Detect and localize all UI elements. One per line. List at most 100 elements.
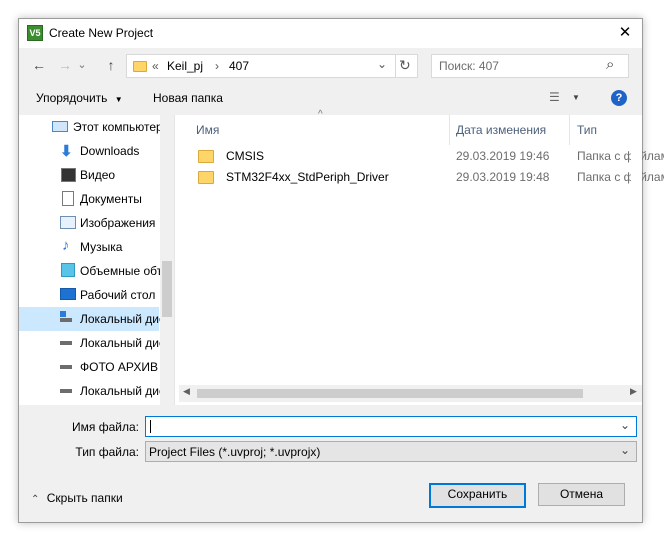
sidebar-item-label: Музыка (80, 240, 123, 254)
sidebar-item-local-disk[interactable]: Локальный диск (19, 379, 170, 403)
filetype-dropdown-icon[interactable]: ⌄ (620, 443, 630, 457)
sidebar-item-label: ФОТО АРХИВ (80, 360, 159, 374)
hide-folders-button[interactable]: ⌃ Скрыть папки (31, 491, 123, 505)
folder-icon (133, 61, 147, 72)
table-row[interactable]: CMSIS 29.03.2019 19:46 Папка с файлами (189, 145, 664, 167)
scroll-right-icon[interactable]: ▶ (630, 386, 637, 397)
computer-icon (52, 121, 68, 132)
pictures-icon (60, 216, 76, 229)
breadcrumb-item[interactable]: Keil_pj (167, 59, 203, 73)
close-button[interactable]: ✕ (610, 21, 640, 45)
column-divider[interactable] (569, 115, 570, 145)
sort-arrow-icon: ^ (318, 109, 323, 120)
sidebar-item-local-disk-c[interactable]: Локальный диск (19, 307, 170, 331)
address-dropdown-icon[interactable]: ⌄ (377, 57, 387, 71)
search-box[interactable]: Поиск: 407 ⌕ (431, 54, 629, 78)
view-options-icon[interactable]: ☰ (549, 90, 560, 104)
organize-label: Упорядочить (36, 91, 108, 105)
browser-pane: Этот компьютер ⬇ Downloads Видео Докумен… (19, 109, 664, 405)
download-icon: ⬇ (60, 143, 73, 160)
command-bar: Упорядочить ▼ Новая папка ☰ ▼ ? (19, 82, 642, 115)
sidebar-item-label: Downloads (80, 144, 140, 158)
type-column-clip (631, 115, 642, 385)
sidebar-item-video[interactable]: Видео (19, 163, 159, 187)
sidebar-item-desktop[interactable]: Рабочий стол (19, 283, 159, 307)
filename-label: Имя файла: (72, 420, 139, 434)
windows-logo-icon (60, 311, 66, 317)
create-project-dialog: V5 Create New Project ✕ ← → ⌄ ↑ « Keil_p… (18, 18, 664, 523)
search-input[interactable]: Поиск: 407 (439, 59, 499, 73)
back-arrow-icon[interactable]: ← (29, 55, 49, 75)
file-name: CMSIS (226, 149, 265, 163)
sidebar-item-label: Видео (80, 168, 116, 182)
filetype-value: Project Files (*.uvproj; *.uvprojx) (149, 445, 321, 459)
text-caret (150, 420, 151, 433)
filename-input[interactable]: ⌄ (145, 416, 637, 437)
sidebar-item-label: Изображения (80, 216, 156, 230)
sidebar-item-label: Локальный диск (80, 384, 171, 398)
navigation-sidebar: Этот компьютер ⬇ Downloads Видео Докумен… (19, 115, 174, 405)
drive-icon (60, 365, 72, 369)
breadcrumb-separator[interactable]: › (215, 59, 219, 73)
desktop-icon (60, 288, 76, 300)
sidebar-item-music[interactable]: ♪ Музыка (19, 235, 159, 259)
drive-icon (60, 341, 72, 345)
search-icon[interactable]: ⌕ (606, 56, 614, 73)
sidebar-item-this-pc[interactable]: Этот компьютер (19, 115, 163, 139)
cancel-button[interactable]: Отмена (538, 483, 625, 506)
drive-icon (60, 389, 72, 393)
filetype-label: Тип файла: (75, 445, 139, 459)
file-date: 29.03.2019 19:46 (456, 149, 550, 163)
save-button[interactable]: Сохранить (429, 483, 526, 508)
documents-icon (62, 191, 74, 206)
column-header-date[interactable]: Дата изменения (456, 123, 546, 137)
column-header-type[interactable]: Тип (577, 123, 597, 137)
video-icon (61, 168, 76, 182)
folder-icon (198, 171, 214, 184)
file-list: ^ Имя Дата изменения Тип CMSIS 29.03.201… (179, 109, 664, 405)
organize-button[interactable]: Упорядочить ▼ (36, 91, 123, 105)
refresh-icon[interactable]: ↻ (399, 57, 411, 74)
filetype-select[interactable]: Project Files (*.uvproj; *.uvprojx) ⌄ (145, 441, 637, 462)
address-bar[interactable]: « Keil_pj › 407 ⌄ ↻ (126, 54, 418, 78)
sidebar-item-photo-archive[interactable]: ФОТО АРХИВ (19, 355, 159, 379)
column-divider[interactable] (449, 115, 450, 145)
view-dropdown-icon[interactable]: ▼ (572, 93, 580, 102)
sidebar-item-local-disk[interactable]: Локальный диск (19, 331, 170, 355)
horizontal-scrollbar[interactable]: ◀ ▶ (179, 385, 642, 402)
help-icon[interactable]: ? (611, 90, 627, 106)
sidebar-item-3d-objects[interactable]: Объемные объекты (19, 259, 174, 283)
app-icon: V5 (27, 25, 43, 41)
chevron-up-icon: ⌃ (31, 494, 40, 505)
column-header-name[interactable]: Имя (196, 123, 219, 137)
filename-dropdown-icon[interactable]: ⌄ (620, 418, 630, 432)
sidebar-item-pictures[interactable]: Изображения (19, 211, 159, 235)
sidebar-item-documents[interactable]: Документы (19, 187, 159, 211)
sidebar-item-label: Документы (80, 192, 142, 206)
sidebar-item-label: Рабочий стол (80, 288, 156, 302)
drive-icon (60, 318, 72, 322)
file-name: STM32F4xx_StdPeriph_Driver (226, 170, 389, 184)
sidebar-item-label: Этот компьютер (73, 120, 163, 134)
table-row[interactable]: STM32F4xx_StdPeriph_Driver 29.03.2019 19… (189, 166, 664, 188)
folder-icon (198, 150, 214, 163)
breadcrumb-overflow[interactable]: « (152, 59, 159, 73)
window-title: Create New Project (49, 26, 154, 40)
breadcrumb-item[interactable]: 407 (229, 59, 249, 73)
forward-arrow-icon[interactable]: → (55, 55, 75, 75)
recent-dropdown-icon[interactable]: ⌄ (76, 55, 88, 75)
new-folder-button[interactable]: Новая папка (153, 91, 223, 105)
sidebar-item-downloads[interactable]: ⬇ Downloads (19, 139, 159, 163)
scroll-left-icon[interactable]: ◀ (183, 386, 190, 397)
sidebar-scroll-thumb[interactable] (162, 261, 172, 317)
sidebar-scrollbar[interactable] (160, 115, 174, 405)
title-bar[interactable]: V5 Create New Project ✕ (19, 19, 642, 48)
up-arrow-icon[interactable]: ↑ (101, 55, 121, 75)
divider (395, 55, 396, 77)
music-icon: ♪ (62, 237, 70, 254)
sidebar-item-label: Локальный диск (80, 312, 171, 326)
sidebar-item-label: Локальный диск (80, 336, 171, 350)
file-type: Папка с файлами (577, 170, 664, 184)
horizontal-scroll-thumb[interactable] (197, 389, 583, 398)
hide-folders-label: Скрыть папки (46, 491, 123, 505)
